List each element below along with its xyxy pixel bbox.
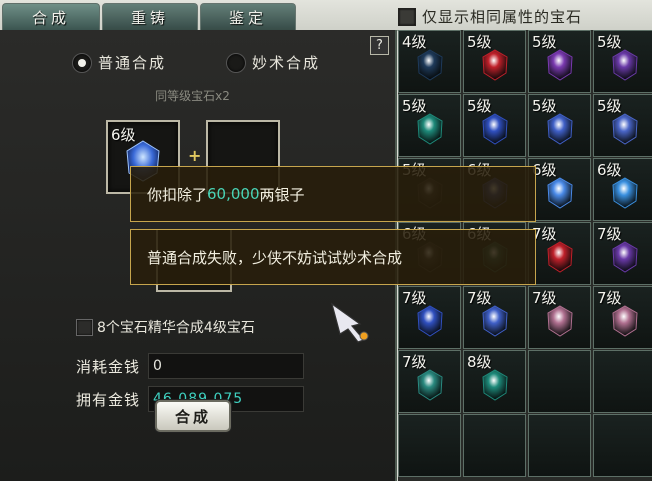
mode-normal-label: 普通合成: [98, 54, 167, 72]
toast1-prefix: 你扣除了: [147, 185, 208, 204]
gem-cell[interactable]: 7级: [528, 286, 591, 349]
gem-cell[interactable]: [463, 414, 526, 477]
toast2-text: 普通合成失败，少侠不妨试试妙术合成: [147, 248, 403, 267]
gem-icon: [416, 305, 443, 337]
essence-label: 8个宝石精华合成4级宝石: [97, 320, 255, 336]
gem-icon: [611, 113, 638, 145]
owned-label: 拥有金钱: [76, 390, 141, 409]
compose-failed-toast: 普通合成失败，少侠不妨试试妙术合成: [130, 229, 536, 285]
mode-normal[interactable]: 普通合成: [72, 52, 166, 73]
tab-bar: 合成 重铸 鉴定 仅显示相同属性的宝石: [0, 0, 652, 31]
plus-sign: +: [188, 146, 202, 165]
gem-cell[interactable]: 4级: [398, 30, 461, 93]
gem-cell[interactable]: 7级: [593, 286, 652, 349]
gem-cell[interactable]: 5级: [463, 30, 526, 93]
mode-magic[interactable]: 妙术合成: [226, 52, 320, 73]
tab-identify[interactable]: 鉴定: [200, 3, 296, 30]
gem-cell[interactable]: 5级: [528, 94, 591, 157]
cost-row: 消耗金钱 0: [76, 353, 305, 379]
gem-icon: [481, 369, 508, 401]
filter-checkbox[interactable]: [398, 7, 416, 26]
toast1-amount: 60,000: [207, 185, 260, 203]
essence-option[interactable]: 8个宝石精华合成4级宝石: [76, 317, 255, 337]
gem-icon: [416, 49, 443, 81]
gem-cell[interactable]: 5级: [528, 30, 591, 93]
gem-cell[interactable]: 8级: [463, 350, 526, 413]
mouse-cursor-icon: [330, 302, 369, 343]
radio-normal[interactable]: [72, 52, 92, 73]
toast1-suffix: 两银子: [259, 185, 305, 204]
gem-icon: [611, 177, 638, 209]
gem-cell[interactable]: 7级: [463, 286, 526, 349]
gem-icon: [611, 241, 638, 273]
same-attribute-filter[interactable]: 仅显示相同属性的宝石: [398, 6, 582, 27]
gem-cell[interactable]: 5级: [463, 94, 526, 157]
cost-label: 消耗金钱: [76, 357, 141, 376]
gem-icon: [481, 49, 508, 81]
gem-icon: [611, 49, 638, 81]
gem-cell[interactable]: 5级: [593, 94, 652, 157]
gem-cell[interactable]: [528, 350, 591, 413]
gem-cell[interactable]: [593, 350, 652, 413]
mode-magic-label: 妙术合成: [252, 54, 321, 72]
essence-checkbox[interactable]: [76, 318, 93, 336]
gem-cell[interactable]: 7级: [398, 286, 461, 349]
gem-cell[interactable]: 5级: [398, 94, 461, 157]
cost-value: 0: [148, 353, 305, 379]
money-deducted-toast: 你扣除了 60,000 两银子: [130, 166, 536, 222]
help-button[interactable]: ?: [370, 36, 389, 55]
tab-compose[interactable]: 合成: [2, 3, 100, 30]
gem-icon: [611, 305, 638, 337]
requirement-hint: 同等级宝石x2: [155, 89, 230, 103]
gem-cell[interactable]: 6级: [528, 158, 591, 221]
gem-cell[interactable]: [398, 414, 461, 477]
compose-button[interactable]: 合成: [155, 400, 231, 432]
gem-icon: [546, 305, 573, 337]
gem-cell[interactable]: 7级: [528, 222, 591, 285]
gem-icon: [546, 113, 573, 145]
gem-icon: [481, 305, 508, 337]
radio-magic[interactable]: [226, 52, 246, 73]
gem-icon: [546, 49, 573, 81]
gem-icon: [546, 241, 573, 273]
tab-recast[interactable]: 重铸: [102, 3, 198, 30]
filter-label: 仅显示相同属性的宝石: [422, 8, 583, 26]
gem-cell[interactable]: 6级: [593, 158, 652, 221]
gem-icon: [416, 113, 443, 145]
gem-cell[interactable]: 7级: [398, 350, 461, 413]
gem-cell[interactable]: [593, 414, 652, 477]
gem-cell[interactable]: 5级: [593, 30, 652, 93]
gem-icon: [546, 177, 573, 209]
gem-icon: [416, 369, 443, 401]
gem-cell[interactable]: 7级: [593, 222, 652, 285]
gem-cell[interactable]: [528, 414, 591, 477]
gem-icon: [481, 113, 508, 145]
